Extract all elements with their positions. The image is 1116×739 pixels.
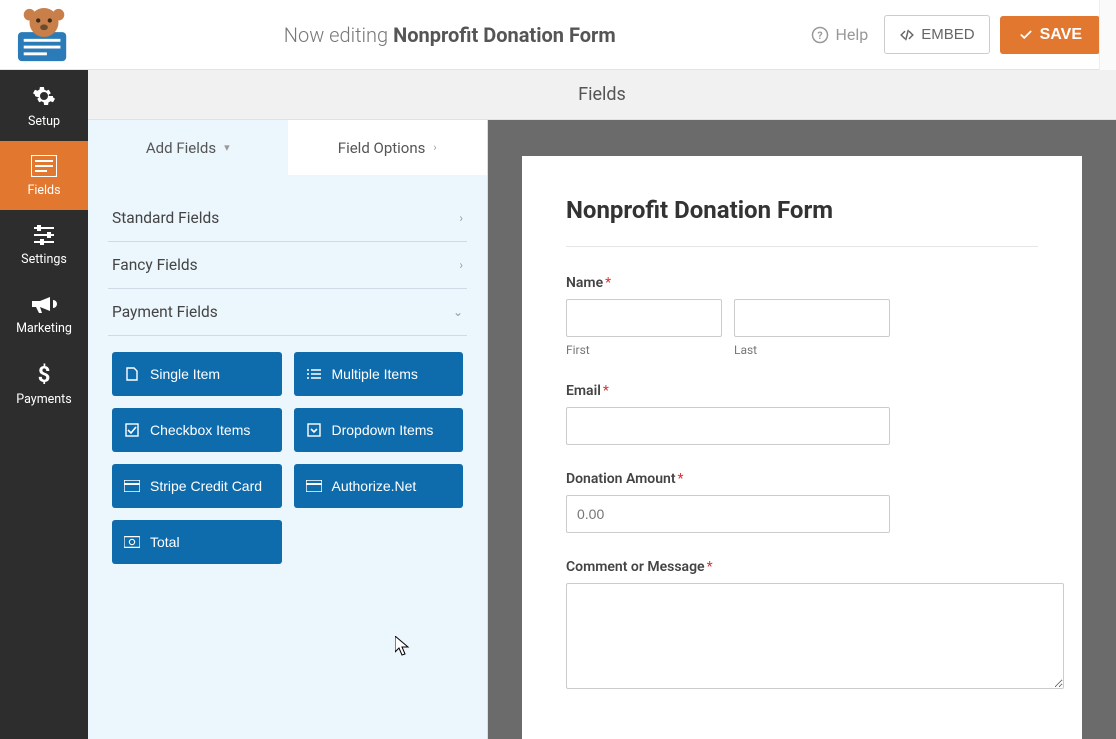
chevron-down-icon: ⌄ bbox=[453, 305, 463, 319]
field-email[interactable]: Email* bbox=[566, 383, 1038, 445]
accordion-fancy-fields[interactable]: Fancy Fields › bbox=[108, 242, 467, 289]
field-comment[interactable]: Comment or Message* bbox=[566, 559, 1038, 693]
name-label: Name* bbox=[566, 275, 1038, 291]
dollar-icon: $ bbox=[36, 362, 52, 386]
editing-prefix: Now editing bbox=[284, 23, 388, 47]
field-multiple-items[interactable]: Multiple Items bbox=[294, 352, 464, 396]
nav-settings[interactable]: Settings bbox=[0, 210, 88, 279]
form-preview-canvas: Nonprofit Donation Form Name* First Last… bbox=[488, 120, 1116, 739]
email-label: Email* bbox=[566, 383, 1038, 399]
nav-setup[interactable]: Setup bbox=[0, 70, 88, 141]
panel-tabs: Add Fields ▾ Field Options › bbox=[88, 120, 487, 175]
field-dropdown-items[interactable]: Dropdown Items bbox=[294, 408, 464, 452]
section-header: Fields bbox=[88, 70, 1116, 120]
sliders-icon bbox=[32, 224, 56, 246]
chevron-right-icon: › bbox=[433, 141, 436, 154]
form-title: Nonprofit Donation Form bbox=[566, 196, 1038, 224]
field-name[interactable]: Name* First Last bbox=[566, 275, 1038, 357]
caret-square-icon bbox=[306, 423, 322, 437]
money-icon bbox=[124, 536, 140, 548]
field-accordion: Standard Fields › Fancy Fields › Payment… bbox=[88, 175, 487, 580]
accordion-payment-fields[interactable]: Payment Fields ⌄ bbox=[108, 289, 467, 336]
fields-panel: Add Fields ▾ Field Options › Standard Fi… bbox=[88, 120, 488, 739]
field-total[interactable]: Total bbox=[112, 520, 282, 564]
check-square-icon bbox=[124, 423, 140, 437]
help-link[interactable]: ? Help bbox=[811, 25, 868, 44]
page-title: Now editing Nonprofit Donation Form bbox=[88, 23, 811, 47]
nav-fields[interactable]: Fields bbox=[0, 141, 88, 210]
nav-payments[interactable]: $ Payments bbox=[0, 348, 88, 419]
form-name: Nonprofit Donation Form bbox=[393, 23, 616, 47]
svg-text:$: $ bbox=[38, 363, 51, 386]
chevron-right-icon: › bbox=[459, 211, 463, 225]
help-icon: ? bbox=[811, 26, 829, 44]
last-name-input[interactable] bbox=[734, 299, 890, 337]
bullhorn-icon bbox=[31, 293, 57, 315]
first-sublabel: First bbox=[566, 343, 722, 357]
file-icon bbox=[124, 367, 140, 381]
chevron-down-icon: ▾ bbox=[224, 141, 230, 154]
comment-label: Comment or Message* bbox=[566, 559, 1038, 575]
required-mark: * bbox=[678, 471, 684, 487]
field-donation-amount[interactable]: Donation Amount* bbox=[566, 471, 1038, 533]
list-icon bbox=[306, 368, 322, 380]
required-mark: * bbox=[707, 559, 713, 575]
embed-button[interactable]: EMBED bbox=[884, 15, 989, 54]
required-mark: * bbox=[603, 383, 609, 399]
field-authorize-net[interactable]: Authorize.Net bbox=[294, 464, 464, 508]
gear-icon bbox=[32, 84, 56, 108]
tab-field-options[interactable]: Field Options › bbox=[288, 120, 488, 175]
required-mark: * bbox=[605, 275, 611, 291]
field-single-item[interactable]: Single Item bbox=[112, 352, 282, 396]
donation-input[interactable] bbox=[566, 495, 890, 533]
form-card[interactable]: Nonprofit Donation Form Name* First Last… bbox=[522, 156, 1082, 739]
first-name-input[interactable] bbox=[566, 299, 722, 337]
svg-text:?: ? bbox=[818, 28, 823, 41]
nav-label: Payments bbox=[16, 392, 71, 407]
card-icon bbox=[306, 480, 322, 492]
comment-textarea[interactable] bbox=[566, 583, 1064, 689]
topbar: Now editing Nonprofit Donation Form ? He… bbox=[0, 0, 1116, 70]
save-button[interactable]: SAVE bbox=[1000, 16, 1100, 54]
wpforms-logo-icon bbox=[10, 7, 78, 63]
check-icon bbox=[1018, 28, 1034, 42]
nav-label: Fields bbox=[27, 183, 60, 198]
left-nav: Setup Fields Settings Marketing $ Paymen… bbox=[0, 70, 88, 739]
divider bbox=[566, 246, 1038, 247]
app-logo[interactable] bbox=[0, 0, 88, 70]
nav-label: Settings bbox=[21, 252, 67, 267]
last-sublabel: Last bbox=[734, 343, 890, 357]
card-icon bbox=[124, 480, 140, 492]
accordion-standard-fields[interactable]: Standard Fields › bbox=[108, 195, 467, 242]
email-input[interactable] bbox=[566, 407, 890, 445]
embed-icon bbox=[899, 28, 915, 42]
nav-label: Marketing bbox=[16, 321, 72, 336]
chevron-right-icon: › bbox=[459, 258, 463, 272]
payment-field-grid: Single Item Multiple Items Checkbox Item… bbox=[108, 336, 467, 580]
nav-label: Setup bbox=[28, 114, 60, 129]
tab-add-fields[interactable]: Add Fields ▾ bbox=[88, 120, 288, 175]
list-icon bbox=[31, 155, 57, 177]
field-checkbox-items[interactable]: Checkbox Items bbox=[112, 408, 282, 452]
donation-label: Donation Amount* bbox=[566, 471, 1038, 487]
nav-marketing[interactable]: Marketing bbox=[0, 279, 88, 348]
field-stripe[interactable]: Stripe Credit Card bbox=[112, 464, 282, 508]
